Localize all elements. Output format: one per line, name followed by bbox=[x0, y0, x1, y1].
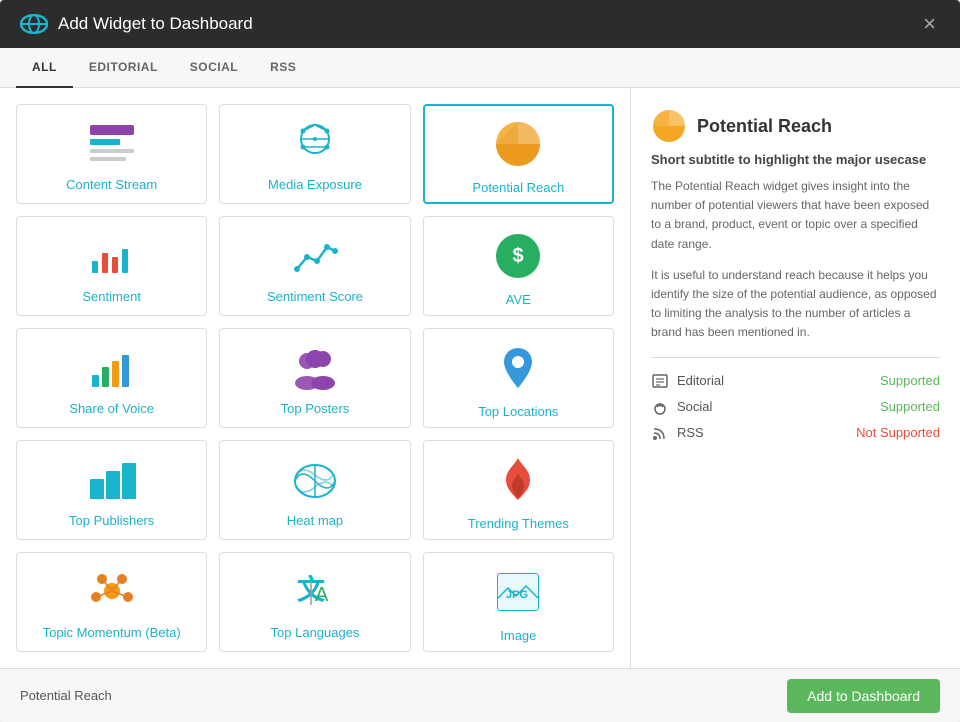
header-left: Add Widget to Dashboard bbox=[20, 14, 253, 34]
footer-selected-label: Potential Reach bbox=[20, 688, 112, 703]
editorial-icon bbox=[651, 372, 669, 390]
widget-card-sentiment[interactable]: Sentiment bbox=[16, 216, 207, 316]
detail-widget-icon bbox=[651, 108, 687, 144]
editorial-status: Supported bbox=[880, 373, 940, 388]
ave-label: AVE bbox=[506, 292, 531, 307]
modal-body: Content Stream bbox=[0, 88, 960, 668]
top-languages-label: Top Languages bbox=[271, 625, 360, 640]
media-exposure-icon bbox=[289, 121, 341, 167]
rss-label: RSS bbox=[677, 425, 848, 440]
share-of-voice-label: Share of Voice bbox=[69, 401, 154, 416]
sentiment-score-label: Sentiment Score bbox=[267, 289, 363, 304]
widget-card-sentiment-score[interactable]: Sentiment Score bbox=[219, 216, 410, 316]
widget-card-heat-map[interactable]: Heat map bbox=[219, 440, 410, 540]
content-stream-label: Content Stream bbox=[66, 177, 157, 192]
widget-card-potential-reach[interactable]: Potential Reach bbox=[423, 104, 614, 204]
rss-icon bbox=[651, 424, 669, 442]
detail-desc-2: It is useful to understand reach because… bbox=[651, 266, 940, 343]
heat-map-label: Heat map bbox=[287, 513, 343, 528]
potential-reach-icon bbox=[492, 118, 544, 170]
widget-grid: Content Stream bbox=[0, 88, 630, 668]
topic-momentum-icon bbox=[86, 569, 138, 615]
widget-card-ave[interactable]: $ AVE bbox=[423, 216, 614, 316]
sentiment-label: Sentiment bbox=[82, 289, 141, 304]
social-status: Supported bbox=[880, 399, 940, 414]
sentiment-score-icon bbox=[289, 233, 341, 279]
modal-title: Add Widget to Dashboard bbox=[58, 14, 253, 34]
rss-status: Not Supported bbox=[856, 425, 940, 440]
tab-social[interactable]: SOCIAL bbox=[174, 48, 254, 88]
detail-desc-1: The Potential Reach widget gives insight… bbox=[651, 177, 940, 254]
trending-themes-label: Trending Themes bbox=[468, 516, 569, 531]
widget-card-top-languages[interactable]: 文 A Top Languages bbox=[219, 552, 410, 652]
editorial-label: Editorial bbox=[677, 373, 872, 388]
sentiment-icon bbox=[86, 233, 138, 279]
media-exposure-label: Media Exposure bbox=[268, 177, 362, 192]
top-publishers-label: Top Publishers bbox=[69, 513, 154, 528]
trending-themes-icon bbox=[492, 454, 544, 506]
detail-subtitle: Short subtitle to highlight the major us… bbox=[651, 152, 940, 167]
detail-panel: Potential Reach Short subtitle to highli… bbox=[630, 88, 960, 668]
support-row-rss: RSS Not Supported bbox=[651, 424, 940, 442]
support-row-social: Social Supported bbox=[651, 398, 940, 416]
top-posters-icon bbox=[289, 345, 341, 391]
top-locations-icon bbox=[492, 342, 544, 394]
tab-editorial[interactable]: EDITORIAL bbox=[73, 48, 174, 88]
widget-card-share-of-voice[interactable]: Share of Voice bbox=[16, 328, 207, 428]
modal-header: Add Widget to Dashboard × bbox=[0, 0, 960, 48]
svg-text:A: A bbox=[315, 584, 329, 606]
detail-header: Potential Reach bbox=[651, 108, 940, 144]
modal-footer: Potential Reach Add to Dashboard bbox=[0, 668, 960, 722]
social-icon bbox=[651, 398, 669, 416]
ave-icon: $ bbox=[492, 230, 544, 282]
modal-container: Add Widget to Dashboard × ALL EDITORIAL … bbox=[0, 0, 960, 722]
widget-card-content-stream[interactable]: Content Stream bbox=[16, 104, 207, 204]
detail-title: Potential Reach bbox=[697, 116, 832, 137]
add-to-dashboard-button[interactable]: Add to Dashboard bbox=[787, 679, 940, 713]
widget-card-topic-momentum[interactable]: Topic Momentum (Beta) bbox=[16, 552, 207, 652]
heat-map-icon bbox=[289, 457, 341, 503]
detail-divider bbox=[651, 357, 940, 358]
widget-card-top-publishers[interactable]: Top Publishers bbox=[16, 440, 207, 540]
social-label: Social bbox=[677, 399, 872, 414]
app-logo-icon bbox=[20, 14, 48, 34]
top-locations-label: Top Locations bbox=[478, 404, 558, 419]
tabs-bar: ALL EDITORIAL SOCIAL RSS bbox=[0, 48, 960, 88]
widget-card-image[interactable]: JPG Image bbox=[423, 552, 614, 652]
image-label: Image bbox=[500, 628, 536, 643]
content-stream-icon bbox=[86, 121, 138, 167]
top-publishers-icon bbox=[86, 457, 138, 503]
widget-card-top-posters[interactable]: Top Posters bbox=[219, 328, 410, 428]
tab-rss[interactable]: RSS bbox=[254, 48, 312, 88]
widget-card-media-exposure[interactable]: Media Exposure bbox=[219, 104, 410, 204]
image-icon: JPG bbox=[492, 566, 544, 618]
support-row-editorial: Editorial Supported bbox=[651, 372, 940, 390]
topic-momentum-label: Topic Momentum (Beta) bbox=[43, 625, 181, 640]
widget-card-trending-themes[interactable]: Trending Themes bbox=[423, 440, 614, 540]
svg-text:$: $ bbox=[513, 245, 524, 267]
top-posters-label: Top Posters bbox=[281, 401, 350, 416]
tab-all[interactable]: ALL bbox=[16, 48, 73, 88]
widget-card-top-locations[interactable]: Top Locations bbox=[423, 328, 614, 428]
share-of-voice-icon bbox=[86, 345, 138, 391]
potential-reach-label: Potential Reach bbox=[472, 180, 564, 195]
top-languages-icon: 文 A bbox=[289, 569, 341, 615]
close-button[interactable]: × bbox=[919, 9, 940, 39]
